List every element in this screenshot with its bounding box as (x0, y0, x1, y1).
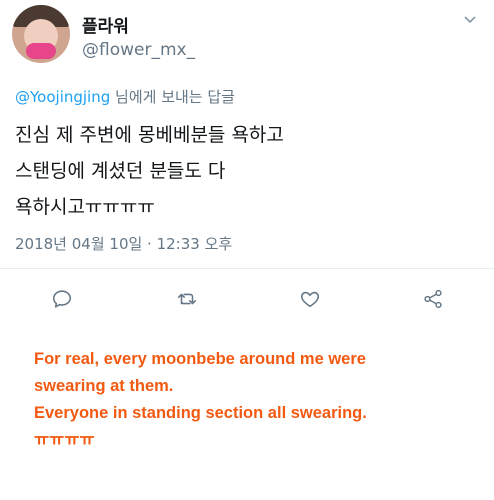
tweet-card: 플라워 @flower_mx_ @Yoojingjing 님에게 보내는 답글 … (0, 0, 494, 328)
retweet-icon (177, 293, 197, 305)
reply-mention-link[interactable]: @Yoojingjing (15, 88, 110, 106)
share-icon (424, 289, 442, 309)
translation-caption: For real, every moonbebe around me were … (34, 346, 484, 454)
reply-button[interactable] (49, 286, 75, 312)
avatar-mask (26, 43, 56, 59)
chevron-down-icon[interactable] (464, 16, 476, 24)
reply-icon (52, 290, 72, 308)
user-handle[interactable]: @flower_mx_ (82, 40, 195, 60)
like-icon (300, 291, 320, 308)
avatar[interactable] (12, 5, 70, 63)
translation-line: For real, every moonbebe around me were (34, 350, 366, 368)
translation-line: Everyone in standing section all swearin… (34, 404, 367, 422)
tweet-timestamp[interactable]: 2018년 04월 10일 · 12:33 오후 (15, 233, 232, 254)
divider (0, 268, 494, 269)
retweet-button[interactable] (174, 286, 200, 312)
reply-suffix: 님에게 보내는 답글 (110, 88, 235, 106)
translation-line: swearing at them. (34, 377, 174, 395)
translation-line: ㅠㅠㅠㅠ (34, 431, 95, 449)
like-button[interactable] (297, 286, 323, 312)
reply-context: @Yoojingjing 님에게 보내는 답글 (15, 86, 235, 107)
display-name[interactable]: 플라워 (82, 12, 129, 37)
tweet-body: 진심 제 주변에 몽베베분들 욕하고 스탠딩에 계셨던 분들도 다 욕하시고ㅠㅠ… (15, 124, 284, 218)
share-button[interactable] (420, 286, 446, 312)
